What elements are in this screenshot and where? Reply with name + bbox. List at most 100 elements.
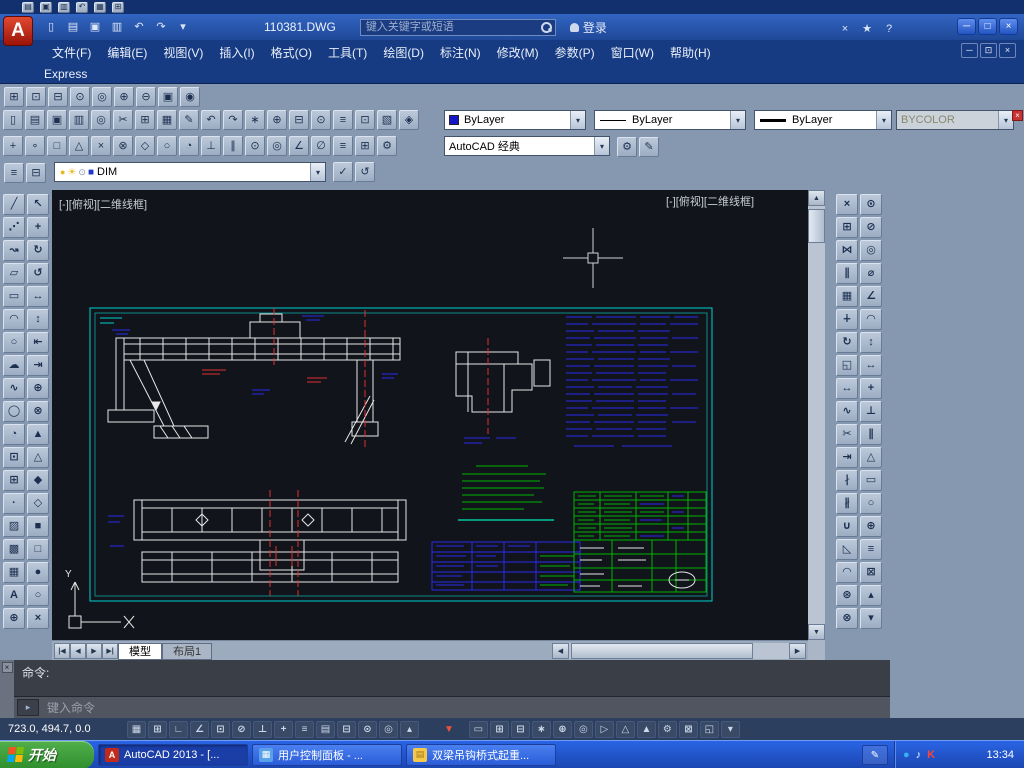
toolbar-close-button[interactable]: × [1012,110,1023,121]
clipped-toolbar-icon-5[interactable]: ▦ [94,2,106,13]
clipped-toolbar-icon-6[interactable]: ⊞ [112,2,124,13]
left-dock2-icon-19[interactable]: × [27,608,49,629]
mdi-minimize-button[interactable]: ─ [961,43,978,58]
workspace-settings-icon[interactable]: ⚙ [617,137,637,157]
temporary-track-icon[interactable]: + [3,136,23,156]
snap-toggle[interactable]: ▦ [127,721,146,738]
right-dock2-icon-3[interactable]: ◎ [860,240,882,261]
layer-thaw-icon[interactable]: ☀ [67,167,76,178]
workspace-save-icon[interactable]: ✎ [639,137,659,157]
left-dock2-icon-15[interactable]: ■ [27,516,49,537]
zoom-all-icon[interactable]: ▣ [158,87,178,107]
break-icon[interactable]: ∦ [836,493,858,514]
taskbar-clock[interactable]: 13:34 [986,749,1014,761]
tpy-toggle[interactable]: ▤ [316,721,335,738]
coordinates-display[interactable]: 723.0, 494.7, 0.0 [8,723,126,735]
sc-toggle[interactable]: ⊙ [358,721,377,738]
erase-icon[interactable]: × [836,194,858,215]
arc-icon[interactable]: ◠ [3,309,25,330]
pan-tool-button[interactable]: ∗ [532,721,551,738]
right-dock2-icon-9[interactable]: + [860,378,882,399]
right-dock2-icon-2[interactable]: ⊘ [860,217,882,238]
plot-icon[interactable]: ▥ [69,110,89,130]
recent-commands-button[interactable]: ▸ [17,699,39,716]
network-icon[interactable]: ● [903,749,910,761]
rotate-icon[interactable]: ↻ [836,332,858,353]
left-dock2-icon-7[interactable]: ⇤ [27,332,49,353]
menu-item[interactable]: 帮助(H) [662,41,719,64]
properties-icon[interactable]: ≡ [333,110,353,130]
chamfer-icon[interactable]: ◺ [836,539,858,560]
close-button[interactable]: × [999,18,1018,35]
zoom-window2-icon[interactable]: ⊟ [289,110,309,130]
save-icon[interactable]: ▣ [47,110,67,130]
exchange-icon[interactable]: × [835,19,855,39]
volume-icon[interactable]: ♪ [916,749,922,761]
menu-item[interactable]: 编辑(E) [99,41,155,64]
chevron-down-icon[interactable]: ▾ [310,163,325,181]
right-dock2-icon-14[interactable]: ○ [860,493,882,514]
color-control-combo[interactable]: ByLayer ▾ [444,110,586,130]
left-dock2-icon-8[interactable]: ⇥ [27,355,49,376]
gradient-icon[interactable]: ▩ [3,539,25,560]
menu-item[interactable]: 文件(F) [44,41,99,64]
qat-plot-icon[interactable]: ▥ [107,17,127,37]
hatch-icon[interactable]: ▨ [3,516,25,537]
start-button[interactable]: 开始 [0,741,94,768]
command-close-button[interactable]: × [2,662,13,673]
qat-save-icon[interactable]: ▣ [85,17,105,37]
clipped-toolbar-icon-1[interactable]: ▤ [22,2,34,13]
workspace-switch-button[interactable]: ⚙ [658,721,677,738]
rectangle-icon[interactable]: ▭ [3,286,25,307]
snap-apparent-icon[interactable]: ⊗ [113,136,133,156]
osnap-toggle[interactable]: ⊡ [211,721,230,738]
spline-icon[interactable]: ∿ [3,378,25,399]
qat-redo-icon[interactable]: ↷ [151,17,171,37]
stretch-icon[interactable]: ↔ [836,378,858,399]
redo-icon[interactable]: ↷ [223,110,243,130]
snap-insert-icon[interactable]: ⊞ [355,136,375,156]
blend-icon[interactable]: ⊗ [836,608,858,629]
search-input[interactable] [364,20,541,34]
left-dock2-icon-17[interactable]: ● [27,562,49,583]
scroll-left-button[interactable]: ◀ [552,643,569,659]
snap-center-icon[interactable]: ○ [157,136,177,156]
right-dock2-icon-4[interactable]: ⌀ [860,263,882,284]
language-bar-button[interactable]: ✎ [862,745,888,765]
snap-perpendicular-icon[interactable]: ⊥ [201,136,221,156]
right-dock2-icon-7[interactable]: ↕ [860,332,882,353]
zoom-object-icon[interactable]: ◎ [92,87,112,107]
help-icon[interactable]: ? [879,19,899,39]
menu-item[interactable]: 插入(I) [211,41,262,64]
left-dock2-icon-14[interactable]: ◇ [27,493,49,514]
chevron-down-icon[interactable]: ▾ [570,111,585,129]
tab-last-button[interactable]: ▶| [102,643,118,659]
mdi-close-button[interactable]: × [999,43,1016,58]
zoom-dynamic-icon[interactable]: ⊡ [26,87,46,107]
construction-line-icon[interactable]: ⋰ [3,217,25,238]
taskbar-item-autocad[interactable]: A AutoCAD 2013 - [... [98,744,248,766]
right-dock2-icon-15[interactable]: ⊕ [860,516,882,537]
snap-from-icon[interactable]: ∘ [25,136,45,156]
insert-block-icon[interactable]: ⊡ [3,447,25,468]
snap-list-icon[interactable]: ≡ [333,136,353,156]
tab-first-button[interactable]: |◀ [54,643,70,659]
snap-midpoint-icon[interactable]: △ [69,136,89,156]
zoom-out-icon[interactable]: ⊖ [136,87,156,107]
fillet-icon[interactable]: ◠ [836,562,858,583]
move-icon[interactable]: ∔ [836,309,858,330]
tab-next-button[interactable]: ▶ [86,643,102,659]
extend-icon[interactable]: ⇥ [836,447,858,468]
horizontal-scrollbar[interactable]: ◀ ▶ [552,643,806,659]
explode-icon[interactable]: ⊛ [836,585,858,606]
layer-previous-icon[interactable]: ↺ [355,162,375,182]
snap-extension-icon[interactable]: ◇ [135,136,155,156]
scroll-right-button[interactable]: ▶ [789,643,806,659]
mtext-icon[interactable]: A [3,585,25,606]
zoom-tool-button[interactable]: ⊕ [553,721,572,738]
layer-on-icon[interactable]: ● [60,167,65,177]
right-dock2-icon-19[interactable]: ▾ [860,608,882,629]
qp-toggle[interactable]: ⊟ [337,721,356,738]
left-dock2-icon-3[interactable]: ↻ [27,240,49,261]
left-dock2-icon-2[interactable]: + [27,217,49,238]
